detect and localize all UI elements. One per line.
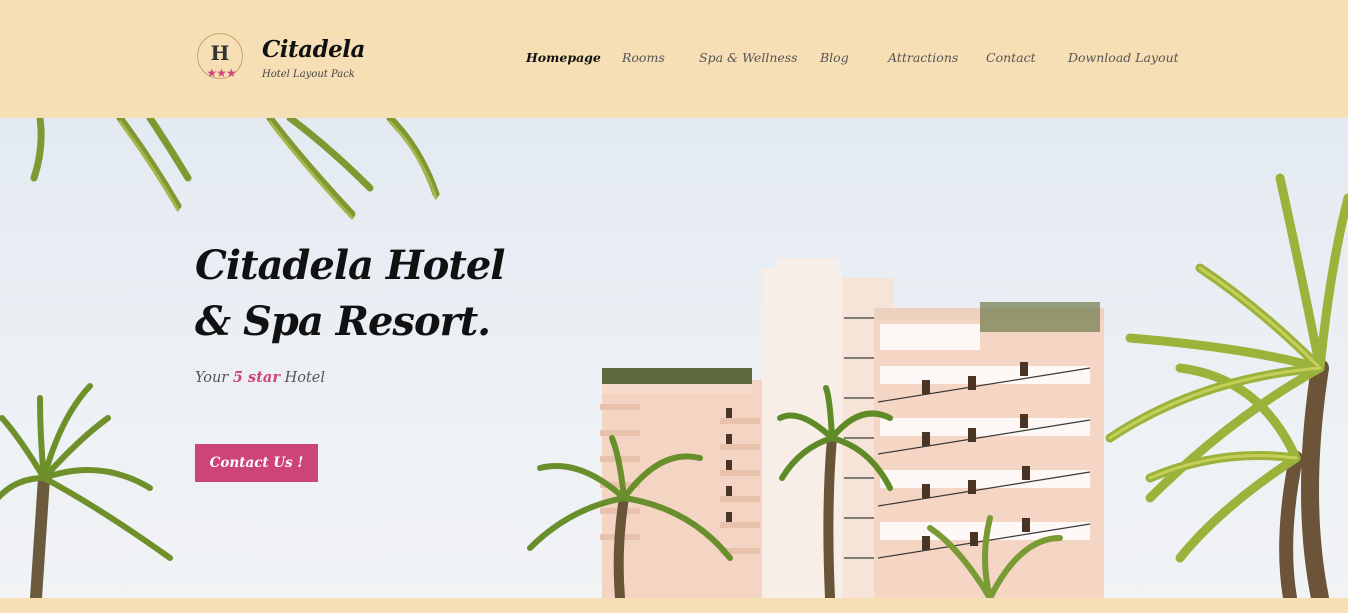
hero-title-line2: & Spa Resort.	[195, 298, 491, 345]
nav-item-rooms[interactable]: Rooms	[622, 50, 665, 65]
nav-item-spa-wellness[interactable]: Spa & Wellness	[699, 50, 798, 65]
hero-subtitle-suffix: Hotel	[284, 370, 325, 386]
hero-section: Citadela Hotel & Spa Resort. Your 5 star…	[0, 118, 1348, 598]
brand-tagline: Hotel Layout Pack	[262, 69, 355, 80]
nav-item-blog[interactable]: Blog	[820, 50, 849, 65]
next-section-strip	[0, 598, 1348, 613]
contact-us-button[interactable]: Contact Us !	[195, 444, 318, 482]
nav-item-download-layout[interactable]: Download Layout	[1068, 50, 1179, 65]
nav-item-attractions[interactable]: Attractions	[888, 50, 958, 65]
hero-subtitle-prefix: Your	[195, 370, 229, 386]
hero-title-line1: Citadela Hotel	[195, 242, 505, 289]
main-nav: Homepage Rooms Spa & Wellness Blog Attra…	[0, 50, 1348, 70]
hero-title: Citadela Hotel & Spa Resort.	[195, 238, 615, 350]
site-header: H ★★★ Citadela Hotel Layout Pack Homepag…	[0, 0, 1348, 118]
nav-item-contact[interactable]: Contact	[986, 50, 1036, 65]
nav-item-homepage[interactable]: Homepage	[526, 50, 601, 65]
hero-subtitle: Your 5 star Hotel	[195, 369, 325, 386]
hero-background-image	[0, 118, 1348, 598]
hero-subtitle-accent: 5 star	[232, 369, 280, 386]
